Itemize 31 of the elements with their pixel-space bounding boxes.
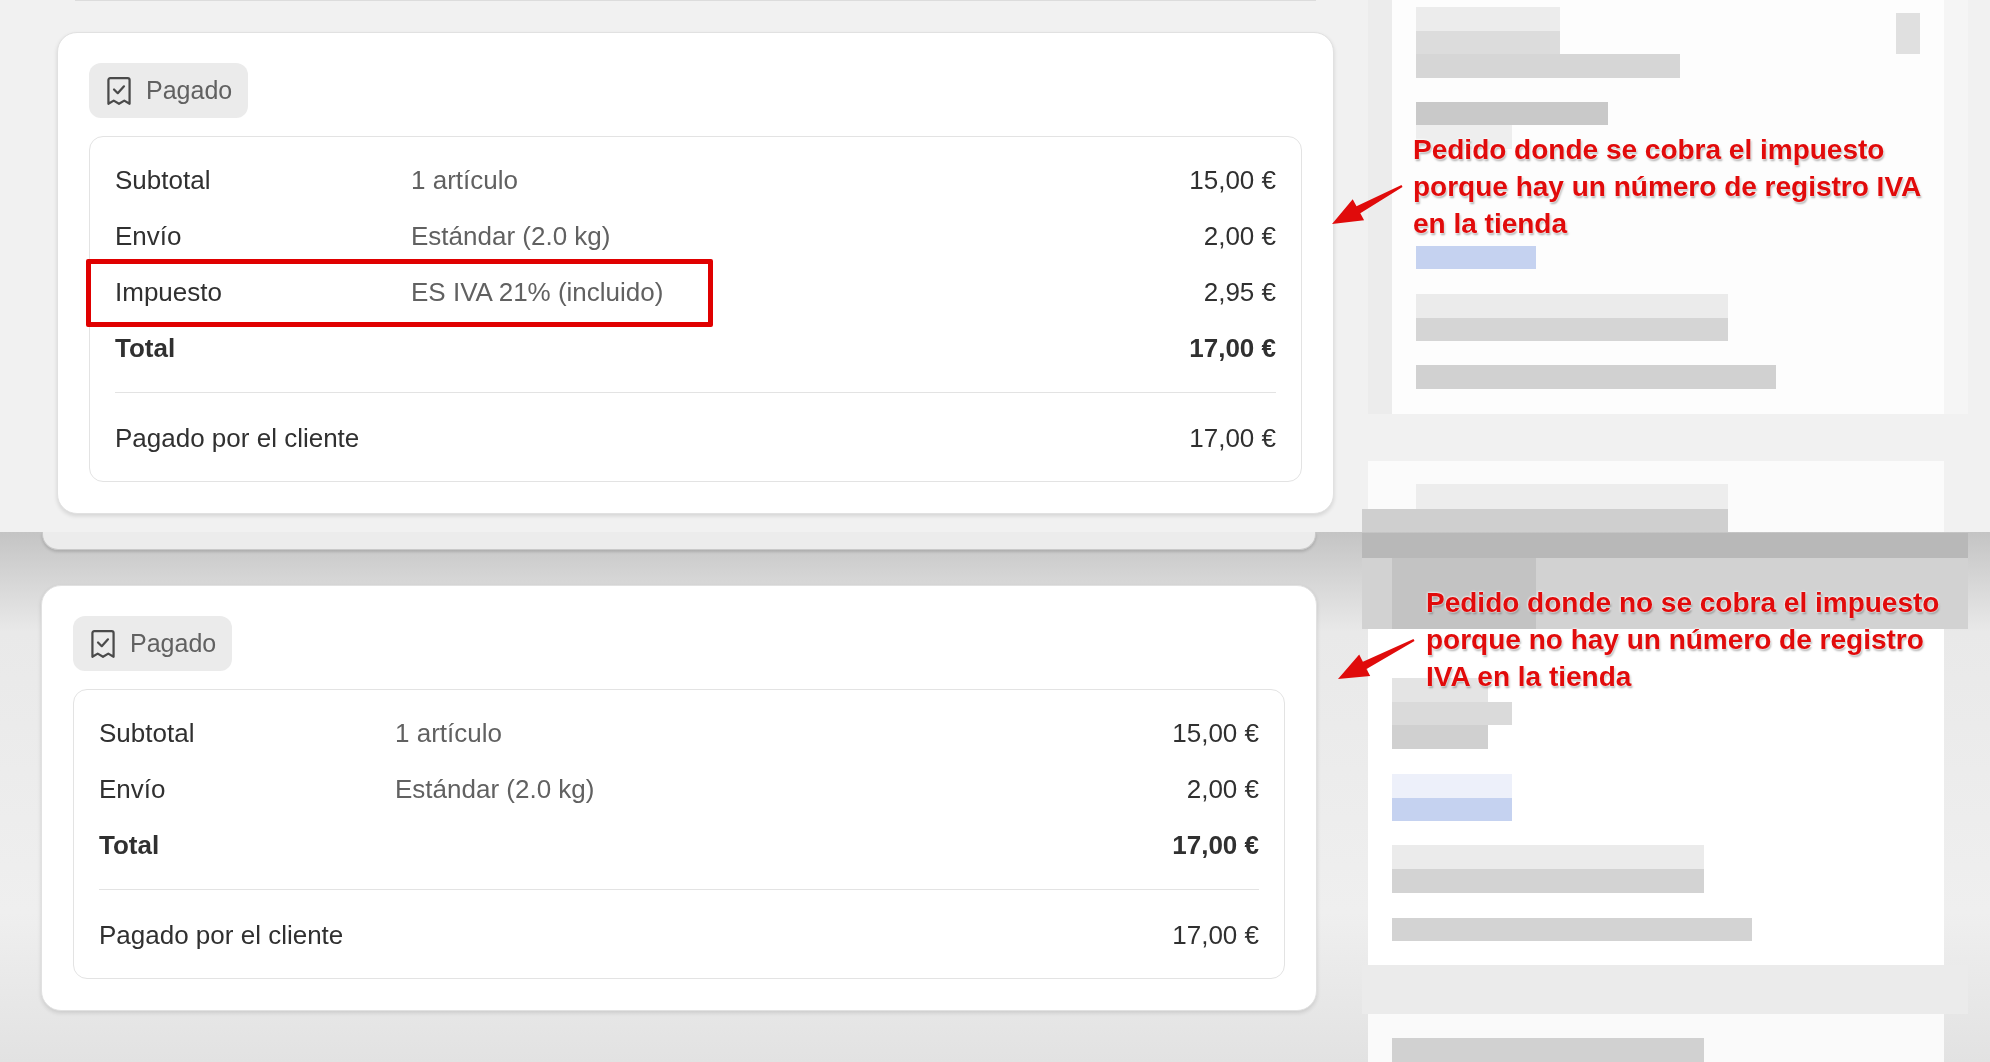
row-amount: 17,00 € — [1172, 918, 1259, 952]
row-amount: 17,00 € — [1189, 421, 1276, 455]
row-label: Pagado por el cliente — [99, 918, 344, 952]
row-detail: Estándar (2.0 kg) — [411, 219, 611, 253]
row-detail: 1 artículo — [411, 163, 518, 197]
row-detail: ES IVA 21% (incluido) — [411, 275, 664, 309]
row-amount: 2,95 € — [1203, 275, 1276, 309]
row-detail: Estándar (2.0 kg) — [395, 772, 595, 806]
row-amount: 2,00 € — [1186, 772, 1259, 806]
row-amount: 17,00 € — [1172, 828, 1259, 862]
arrow-icon — [1337, 638, 1416, 680]
row-amount: 15,00 € — [1189, 163, 1276, 197]
annotation-text: Pedido donde no se cobra el impuesto porque no hay un número de registro IVA en la tienda — [1426, 586, 1941, 694]
row-label: Subtotal — [99, 716, 196, 750]
status-label: Pagado — [146, 74, 233, 106]
arrow-icon — [1331, 184, 1404, 225]
status-label: Pagado — [130, 627, 217, 659]
row-label: Total — [99, 828, 161, 862]
row-amount: 2,00 € — [1203, 219, 1276, 253]
row-label: Envío — [115, 219, 183, 253]
row-label: Subtotal — [115, 163, 212, 197]
receipt-check-icon — [91, 629, 115, 658]
row-amount: 17,00 € — [1189, 331, 1276, 365]
receipt-check-icon — [107, 76, 131, 105]
row-label: Impuesto — [115, 275, 223, 309]
row-label: Pagado por el cliente — [115, 421, 360, 455]
row-amount: 15,00 € — [1172, 716, 1259, 750]
row-label: Total — [115, 331, 177, 365]
row-detail: 1 artículo — [395, 716, 502, 750]
row-label: Envío — [99, 772, 167, 806]
annotation-text: Pedido donde se cobra el impuesto porque hay un número de registro IVA en la tienda — [1413, 133, 1922, 241]
